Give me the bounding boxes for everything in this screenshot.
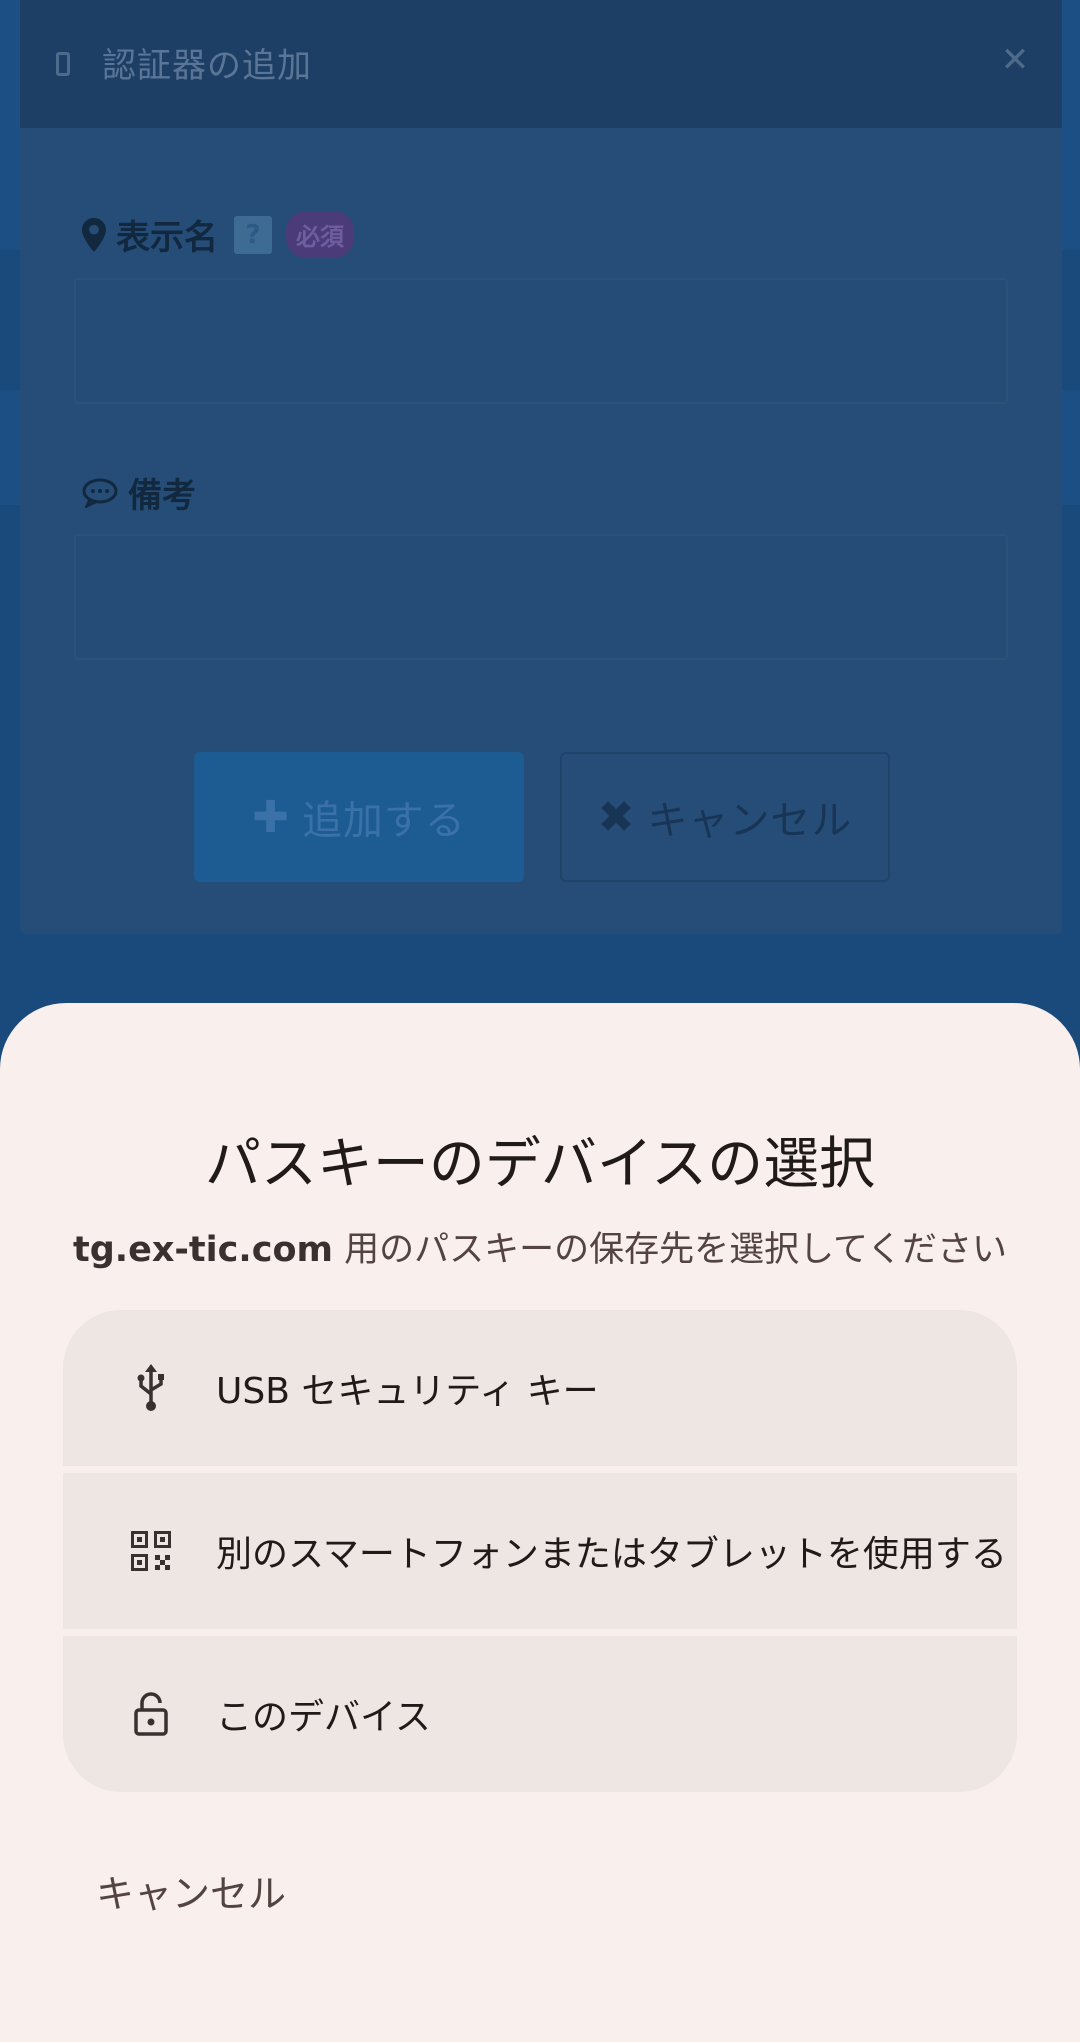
- usb-icon: [123, 1360, 179, 1416]
- cancel-button[interactable]: ✖ キャンセル: [560, 752, 890, 882]
- subtitle-domain: tg.ex-tic.com: [73, 1230, 333, 1270]
- add-button-label: 追加する: [301, 798, 466, 844]
- notes-input[interactable]: [74, 534, 1008, 660]
- option-label: このデバイス: [216, 1697, 431, 1738]
- qr-code-icon: [123, 1523, 179, 1579]
- option-usb-security-key[interactable]: USB セキュリティ キー: [63, 1310, 1017, 1466]
- option-label: USB セキュリティ キー: [216, 1371, 599, 1412]
- sheet-title: パスキーのデバイスの選択: [204, 1132, 876, 1197]
- passkey-device-sheet: パスキーのデバイスの選択 tg.ex-tic.com 用のパスキーの保存先を選択…: [0, 1003, 1080, 2042]
- add-authenticator-modal: 認証器の追加 ✕ 表示名 ? 必須 備考 ✚ 追加する ✖ キャンセル: [20, 0, 1062, 934]
- add-button[interactable]: ✚ 追加する: [194, 752, 524, 882]
- plus-icon: ✚: [252, 791, 290, 843]
- option-this-device[interactable]: このデバイス: [63, 1636, 1017, 1792]
- map-pin-icon: [82, 217, 106, 252]
- chat-bubble-icon: [82, 478, 118, 508]
- subtitle-text: 用のパスキーの保存先を選択してください: [332, 1230, 1007, 1270]
- modal-title: 認証器の追加: [102, 46, 312, 86]
- option-other-phone-or-tablet[interactable]: 別のスマートフォンまたはタブレットを使用する: [63, 1473, 1017, 1629]
- modal-header: 認証器の追加 ✕: [20, 0, 1062, 128]
- sheet-cancel-button[interactable]: キャンセル: [96, 1863, 286, 1918]
- display-name-label: 表示名 ? 必須: [82, 210, 354, 259]
- display-name-input[interactable]: [74, 278, 1008, 404]
- cancel-button-label: キャンセル: [647, 798, 853, 844]
- display-name-text: 表示名: [116, 218, 218, 258]
- close-icon[interactable]: ✕: [995, 40, 1035, 80]
- phone-icon: [56, 52, 70, 76]
- notes-label: 備考: [82, 468, 196, 517]
- help-icon[interactable]: ?: [234, 215, 272, 254]
- x-icon: ✖: [597, 791, 636, 843]
- lock-icon: [123, 1686, 179, 1742]
- option-label: 別のスマートフォンまたはタブレットを使用する: [216, 1534, 1006, 1575]
- sheet-subtitle: tg.ex-tic.com 用のパスキーの保存先を選択してください: [0, 1221, 1080, 1272]
- notes-text: 備考: [128, 476, 196, 516]
- required-badge: 必須: [286, 211, 354, 258]
- device-options-list: USB セキュリティ キー 別のスマートフォンまたはタブレットを使用する このデ…: [63, 1310, 1017, 1792]
